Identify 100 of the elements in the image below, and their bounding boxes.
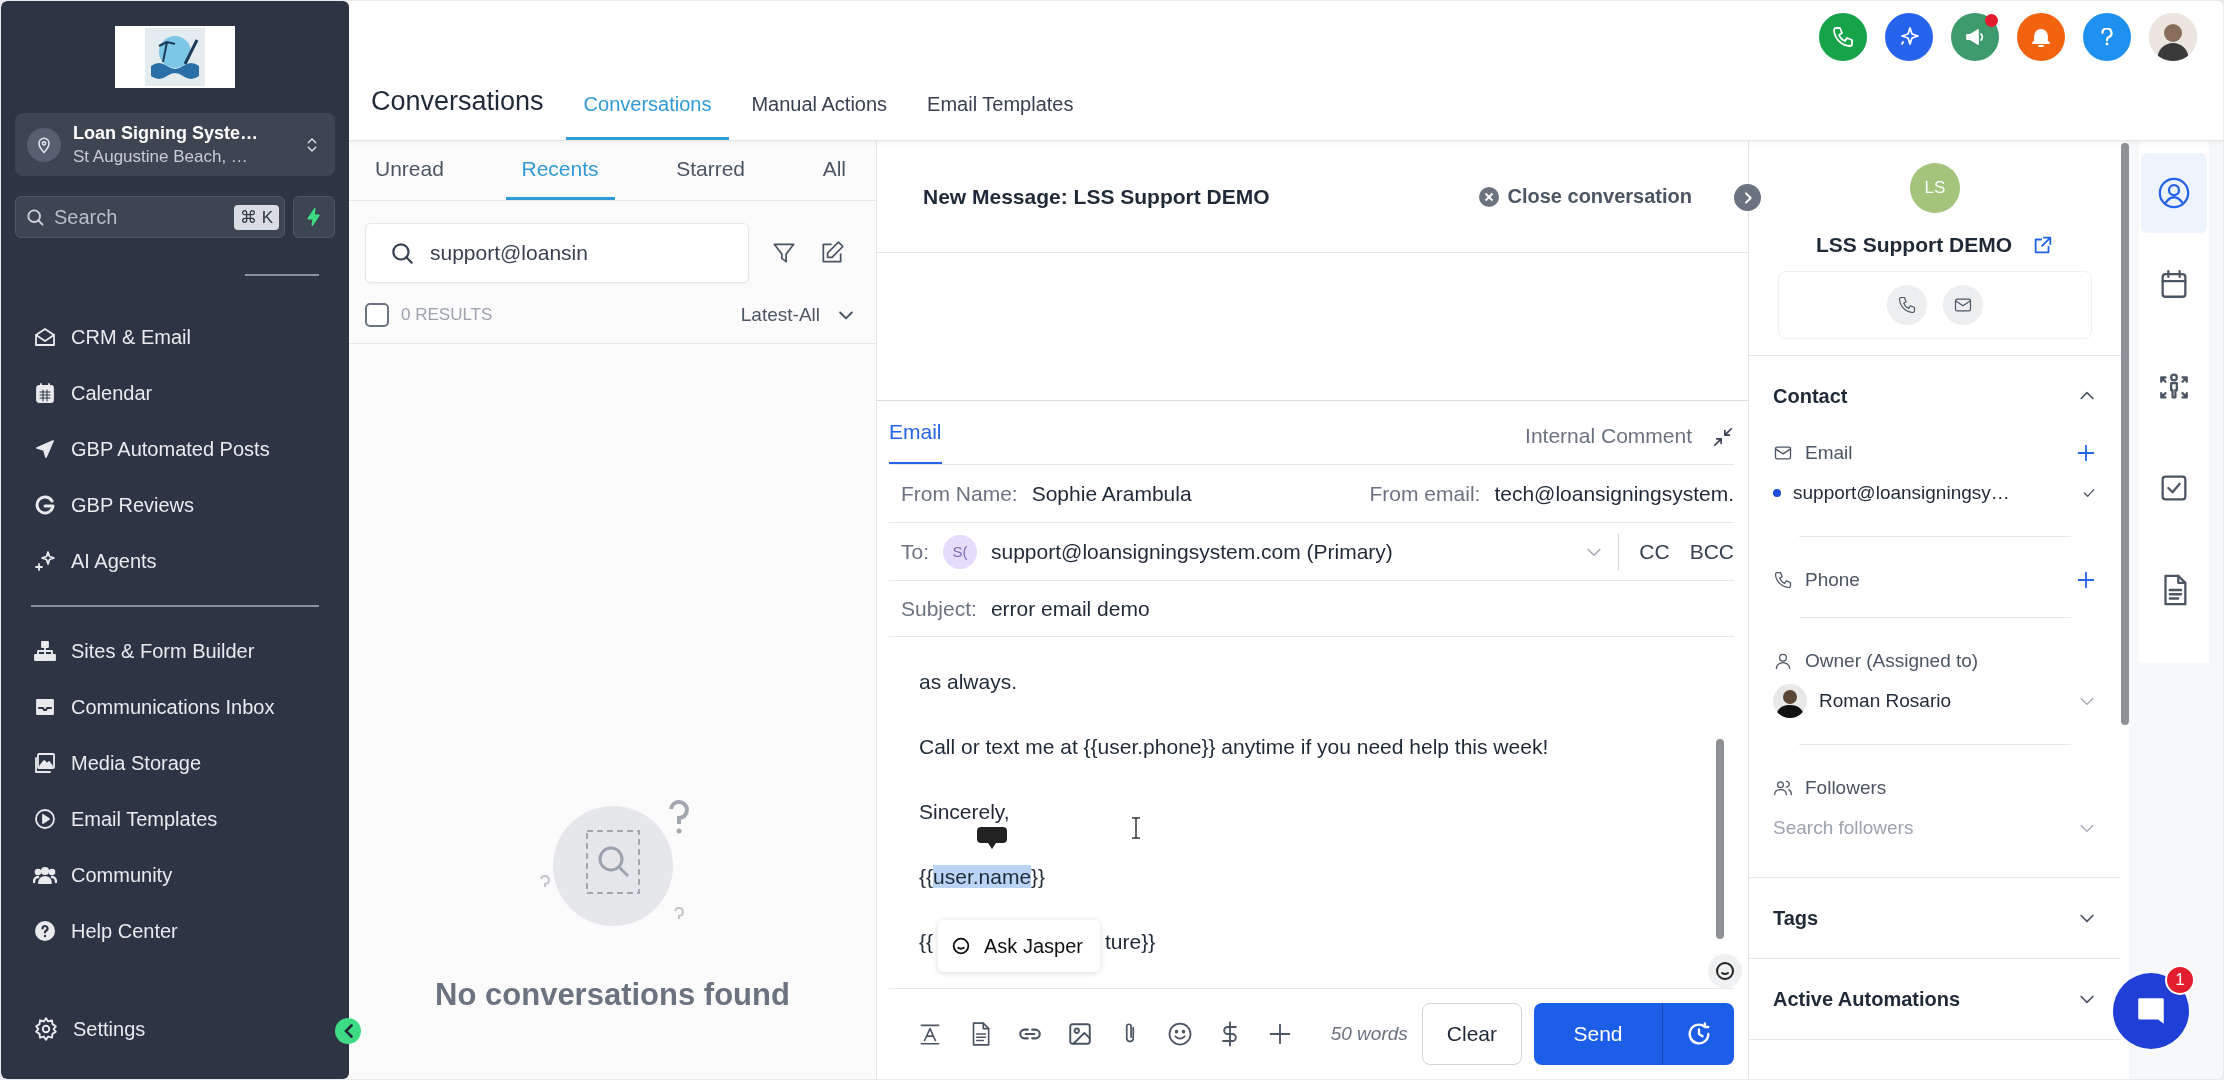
notification-dot — [1985, 14, 1998, 27]
add-phone-button[interactable] — [2075, 569, 2097, 591]
jasper-icon — [1713, 959, 1737, 983]
nav-item[interactable]: GBP Reviews — [15, 477, 335, 533]
search-field[interactable]: support@loansin — [365, 223, 749, 283]
phone-icon — [1897, 295, 1917, 315]
field-label: From email: — [1369, 481, 1481, 505]
tab[interactable]: Starred — [660, 141, 762, 200]
nav-item[interactable]: Help Center — [15, 903, 335, 959]
user-avatar[interactable] — [2149, 13, 2197, 61]
lightning-button[interactable] — [293, 196, 335, 238]
field-label: Followers — [1805, 777, 1887, 799]
tab[interactable]: Email — [889, 420, 942, 464]
calendar-icon — [33, 381, 57, 405]
clear-button[interactable]: Clear — [1421, 1003, 1522, 1065]
phone-icon — [1773, 570, 1793, 590]
megaphone-button[interactable] — [1951, 13, 1999, 61]
settings-item[interactable]: Settings — [15, 1001, 335, 1057]
text-cursor-icon — [1131, 817, 1141, 839]
compose-button[interactable] — [819, 240, 845, 266]
signature-text: {{user.name}} — [919, 865, 1046, 888]
help-icon — [33, 919, 57, 943]
section-header[interactable]: Tags — [1773, 878, 2097, 958]
sort-dropdown[interactable]: Latest-All — [740, 304, 856, 326]
images-icon — [33, 751, 57, 775]
empty-state-message: No conversations found — [435, 977, 790, 1013]
page-title: Conversations — [371, 86, 544, 117]
add-email-button[interactable] — [2075, 442, 2097, 464]
help-button[interactable] — [2083, 13, 2131, 61]
smiley-icon — [1166, 1020, 1194, 1048]
owner-dropdown[interactable]: Roman Rosario — [1773, 678, 2097, 724]
conversation-title: New Message: LSS Support DEMO — [923, 184, 1270, 209]
shortcut-badge: ⌘ K — [233, 205, 279, 230]
external-link-icon — [2032, 234, 2054, 256]
nav-item[interactable]: Sites & Form Builder — [15, 623, 335, 679]
recipient-dropdown[interactable]: support@loansigningsystem.com (Primary) — [991, 539, 1605, 564]
tab[interactable]: All — [806, 141, 862, 200]
phone-button[interactable] — [1819, 13, 1867, 61]
nav-item[interactable]: AI Agents — [15, 533, 335, 589]
subject-value: error email demo — [990, 596, 1150, 621]
body-text: Sincerely, — [919, 800, 1010, 823]
primary-dot — [1773, 489, 1781, 497]
people-icon — [1773, 778, 1793, 798]
plus-icon — [2075, 569, 2097, 591]
field-label: Email — [1805, 442, 1853, 464]
plus-icon — [2075, 442, 2097, 464]
nav-item[interactable]: Communications Inbox — [15, 679, 335, 735]
cc-button[interactable]: CC — [1639, 539, 1670, 564]
section-header[interactable]: Contact — [1773, 356, 2097, 436]
nav-item[interactable]: CRM & Email — [15, 309, 335, 365]
collapse-button[interactable] — [335, 1018, 361, 1044]
minimize-button[interactable] — [1712, 426, 1734, 448]
ask-jasper-button[interactable]: Ask Jasper — [938, 920, 1100, 972]
location-switcher[interactable]: Loan Signing Syste… St Augustine Beach, … — [15, 113, 335, 176]
body-text: {{ — [919, 930, 934, 953]
field-label: To: — [901, 539, 929, 564]
email-value: support@loansigningsy… — [1793, 482, 2010, 504]
nav-item[interactable]: Community — [15, 847, 335, 903]
chevron-left-icon — [343, 1024, 353, 1038]
field-label: From Name: — [901, 481, 1018, 505]
body-text: as always. — [919, 670, 1018, 693]
contact-avatar: LS — [1910, 163, 1960, 213]
select-all-checkbox[interactable] — [365, 303, 389, 327]
jasper-icon — [950, 935, 972, 957]
nav-item[interactable]: Email Templates — [15, 791, 335, 847]
sparkle-button[interactable] — [1885, 13, 1933, 61]
nav-item[interactable]: Calendar — [15, 365, 335, 421]
recipient-avatar: S( — [943, 534, 977, 569]
phone-icon — [1831, 25, 1855, 49]
sparkle-icon — [33, 549, 57, 573]
tab[interactable]: Unread — [359, 141, 460, 200]
scrollbar[interactable] — [2121, 143, 2129, 725]
field-label: Owner (Assigned to) — [1805, 650, 1979, 672]
send-button[interactable]: Send — [1534, 1003, 1662, 1065]
scrollbar[interactable] — [1716, 739, 1724, 939]
edit-icon — [819, 240, 845, 266]
notifications-button[interactable] — [2017, 13, 2065, 61]
play-circle-icon — [33, 807, 57, 831]
section-header[interactable]: Active Automations — [1773, 959, 2097, 1039]
tab[interactable]: Manual Actions — [733, 93, 906, 140]
tab[interactable]: Email Templates — [909, 93, 1092, 140]
open-contact-button[interactable] — [2032, 234, 2054, 256]
bcc-button[interactable]: BCC — [1689, 539, 1734, 564]
close-conversation-button[interactable]: Close conversation — [1479, 185, 1692, 208]
email-button[interactable] — [1943, 285, 1983, 325]
nav-item[interactable]: Media Storage — [15, 735, 335, 791]
jasper-button[interactable] — [1708, 954, 1742, 988]
g-icon — [33, 493, 57, 517]
body-text: Call or text me at {{user.phone}} anytime if you need help this week! — [919, 735, 1549, 758]
from-email-value: tech@loansigningsystem. — [1494, 481, 1734, 505]
call-button[interactable] — [1887, 285, 1927, 325]
tab[interactable]: Internal Comment — [1525, 424, 1692, 450]
contact-name: LSS Support DEMO — [1816, 233, 2012, 257]
help-icon — [2101, 28, 2113, 46]
expand-panel-button[interactable] — [1734, 184, 1761, 211]
nav-item[interactable]: GBP Automated Posts — [15, 421, 335, 477]
word-count: 50 words — [1330, 1023, 1408, 1045]
contact-icon — [2157, 176, 2191, 210]
sitemap-icon — [33, 639, 57, 663]
body-text: ture}} — [1105, 930, 1156, 953]
